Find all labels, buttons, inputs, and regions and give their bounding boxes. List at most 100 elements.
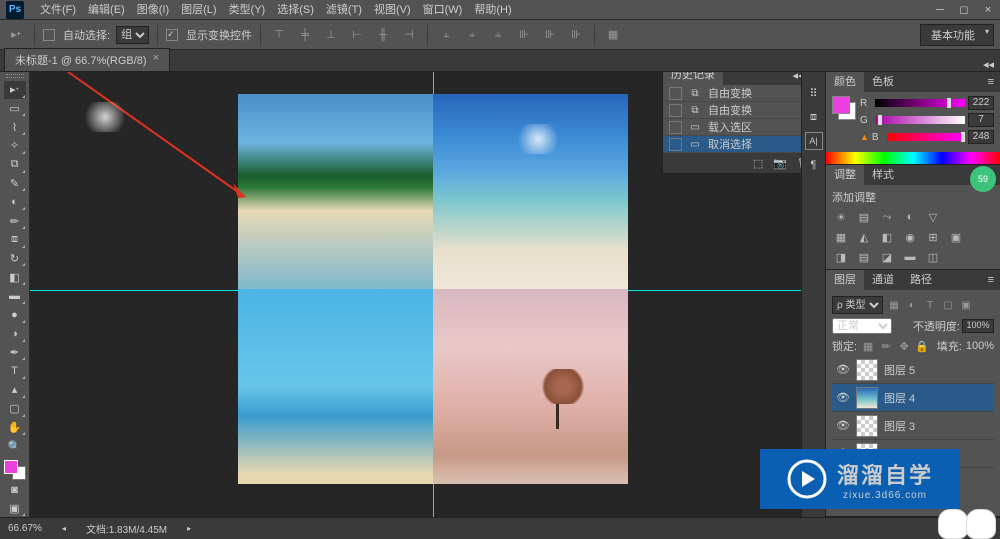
visibility-icon[interactable]: 👁 xyxy=(836,391,850,404)
blend-mode-select[interactable]: 正常 xyxy=(832,318,892,334)
distribute-right-icon[interactable]: ⊪ xyxy=(566,25,586,45)
panel-collapse-icon[interactable]: ◂◂ xyxy=(983,58,1000,71)
align-vcenter-icon[interactable]: ╪ xyxy=(295,25,315,45)
layer-thumb[interactable] xyxy=(856,359,878,381)
selective-color-icon[interactable]: ◫ xyxy=(924,249,942,265)
clone-tool[interactable]: ⧈ xyxy=(4,231,26,249)
menu-select[interactable]: 选择(S) xyxy=(271,0,320,20)
layers-tab[interactable]: 图层 xyxy=(826,270,864,290)
text-tool[interactable]: T xyxy=(4,362,26,380)
dock-para-icon[interactable]: ¶ xyxy=(805,156,823,174)
history-snapshot-icon[interactable]: ⬚ xyxy=(753,157,763,170)
align-right-icon[interactable]: ⊣ xyxy=(399,25,419,45)
dock-clone-icon[interactable]: ⧈ xyxy=(805,108,823,126)
align-left-icon[interactable]: ⊢ xyxy=(347,25,367,45)
eraser-tool[interactable]: ◧ xyxy=(4,268,26,286)
posterize-icon[interactable]: ▤ xyxy=(855,249,873,265)
dock-char-icon[interactable]: A| xyxy=(805,132,823,150)
color-tab[interactable]: 颜色 xyxy=(826,72,864,92)
hue-icon[interactable]: ▦ xyxy=(832,229,850,245)
distribute-hcenter-icon[interactable]: ⊪ xyxy=(540,25,560,45)
crop-tool[interactable]: ⧉ xyxy=(4,156,26,174)
lock-all-icon[interactable]: 🔒 xyxy=(915,339,929,353)
panel-color-swatch[interactable] xyxy=(832,96,856,120)
color-swatch[interactable] xyxy=(4,460,26,480)
gradient-tool[interactable]: ▬ xyxy=(4,287,26,305)
layer-item-selected[interactable]: 👁图层 4 xyxy=(832,384,994,412)
b-value[interactable]: 248 xyxy=(968,130,994,144)
r-value[interactable]: 222 xyxy=(968,96,994,110)
history-trash-icon[interactable]: 🗑 xyxy=(797,157,801,170)
zoom-tool[interactable]: 🔍 xyxy=(4,437,26,455)
filter-pixel-icon[interactable]: ▦ xyxy=(887,298,901,312)
brightness-icon[interactable]: ☀ xyxy=(832,209,850,225)
align-top-icon[interactable]: ⊤ xyxy=(269,25,289,45)
layer-item[interactable]: 👁图层 3 xyxy=(832,412,994,440)
move-tool-icon[interactable]: ▸+ xyxy=(6,25,26,45)
status-arrow-icon[interactable]: ◂ xyxy=(62,524,66,533)
gradient-map-icon[interactable]: ▬ xyxy=(901,249,919,265)
distribute-bottom-icon[interactable]: ⫨ xyxy=(488,25,508,45)
gamut-warn-icon[interactable]: ▲ xyxy=(860,132,869,142)
brush-tool[interactable]: ✏ xyxy=(4,212,26,230)
menu-image[interactable]: 图像(I) xyxy=(131,0,175,20)
history-tab[interactable]: 历史记录 xyxy=(663,72,723,85)
menu-layer[interactable]: 图层(L) xyxy=(175,0,222,20)
minimize-icon[interactable]: ─ xyxy=(928,1,952,19)
canvas[interactable] xyxy=(238,94,628,484)
opacity-value[interactable]: 100% xyxy=(962,319,994,333)
panel-menu-icon[interactable]: ≡ xyxy=(982,76,1000,88)
restore-icon[interactable]: ◻ xyxy=(952,1,976,19)
move-tool[interactable]: ▸+ xyxy=(4,81,26,99)
panel-menu-icon[interactable]: ◂◂ ≡ xyxy=(786,72,801,82)
dodge-tool[interactable]: ◑ xyxy=(4,325,26,343)
show-transform-checkbox[interactable] xyxy=(166,29,178,41)
vibrance-icon[interactable]: ▽ xyxy=(924,209,942,225)
visibility-icon[interactable]: 👁 xyxy=(836,419,850,432)
distribute-vcenter-icon[interactable]: ⫨ xyxy=(462,25,482,45)
lock-transparency-icon[interactable]: ▦ xyxy=(861,339,875,353)
channels-tab[interactable]: 通道 xyxy=(864,270,902,290)
channel-mixer-icon[interactable]: ⊞ xyxy=(924,229,942,245)
fill-value[interactable]: 100% xyxy=(966,340,994,352)
history-brush-tool[interactable]: ↻ xyxy=(4,250,26,268)
close-icon[interactable]: × xyxy=(976,1,1000,19)
marquee-tool[interactable]: ▭ xyxy=(4,100,26,118)
tab-close-icon[interactable]: × xyxy=(153,52,159,68)
menu-filter[interactable]: 滤镜(T) xyxy=(320,0,368,20)
lock-position-icon[interactable]: ✥ xyxy=(897,339,911,353)
r-slider[interactable] xyxy=(875,99,965,107)
layer-kind-filter[interactable]: ρ 类型 xyxy=(832,296,883,314)
magic-wand-tool[interactable]: ✧ xyxy=(4,137,26,155)
canvas-area[interactable]: 历史记录 ◂◂ ≡ ⧉自由变换 ⧉自由变换 ▭载入选区 ▭取消选择 ⬚ 📷 🗑 xyxy=(30,72,801,517)
pen-tool[interactable]: ✒ xyxy=(4,344,26,362)
filter-smart-icon[interactable]: ▣ xyxy=(959,298,973,312)
lock-pixels-icon[interactable]: ✏ xyxy=(879,339,893,353)
exposure-icon[interactable]: ◐ xyxy=(901,209,919,225)
invert-icon[interactable]: ◨ xyxy=(832,249,850,265)
align-bottom-icon[interactable]: ⊥ xyxy=(321,25,341,45)
blur-tool[interactable]: ● xyxy=(4,306,26,324)
colorbalance-icon[interactable]: ◭ xyxy=(855,229,873,245)
menu-help[interactable]: 帮助(H) xyxy=(468,0,517,20)
align-hcenter-icon[interactable]: ╫ xyxy=(373,25,393,45)
menu-type[interactable]: 类型(Y) xyxy=(223,0,272,20)
paths-tab[interactable]: 路径 xyxy=(902,270,940,290)
distribute-top-icon[interactable]: ⫠ xyxy=(436,25,456,45)
toolbox-grip[interactable] xyxy=(6,74,24,78)
bw-icon[interactable]: ◧ xyxy=(878,229,896,245)
auto-select-checkbox[interactable] xyxy=(43,29,55,41)
g-slider[interactable] xyxy=(875,116,965,124)
color-spectrum[interactable] xyxy=(826,152,1000,164)
lasso-tool[interactable]: ⌇ xyxy=(4,118,26,136)
menu-window[interactable]: 窗口(W) xyxy=(417,0,469,20)
status-arrow-icon[interactable]: ▸ xyxy=(187,524,191,533)
menu-view[interactable]: 视图(V) xyxy=(368,0,417,20)
history-item-selected[interactable]: ▭取消选择 xyxy=(663,136,801,153)
layer-thumb[interactable] xyxy=(856,387,878,409)
spot-heal-tool[interactable]: ◐ xyxy=(4,193,26,211)
history-item[interactable]: ⧉自由变换 xyxy=(663,85,801,102)
threshold-icon[interactable]: ◪ xyxy=(878,249,896,265)
auto-align-icon[interactable]: ▦ xyxy=(603,25,623,45)
curves-icon[interactable]: ⤳ xyxy=(878,209,896,225)
